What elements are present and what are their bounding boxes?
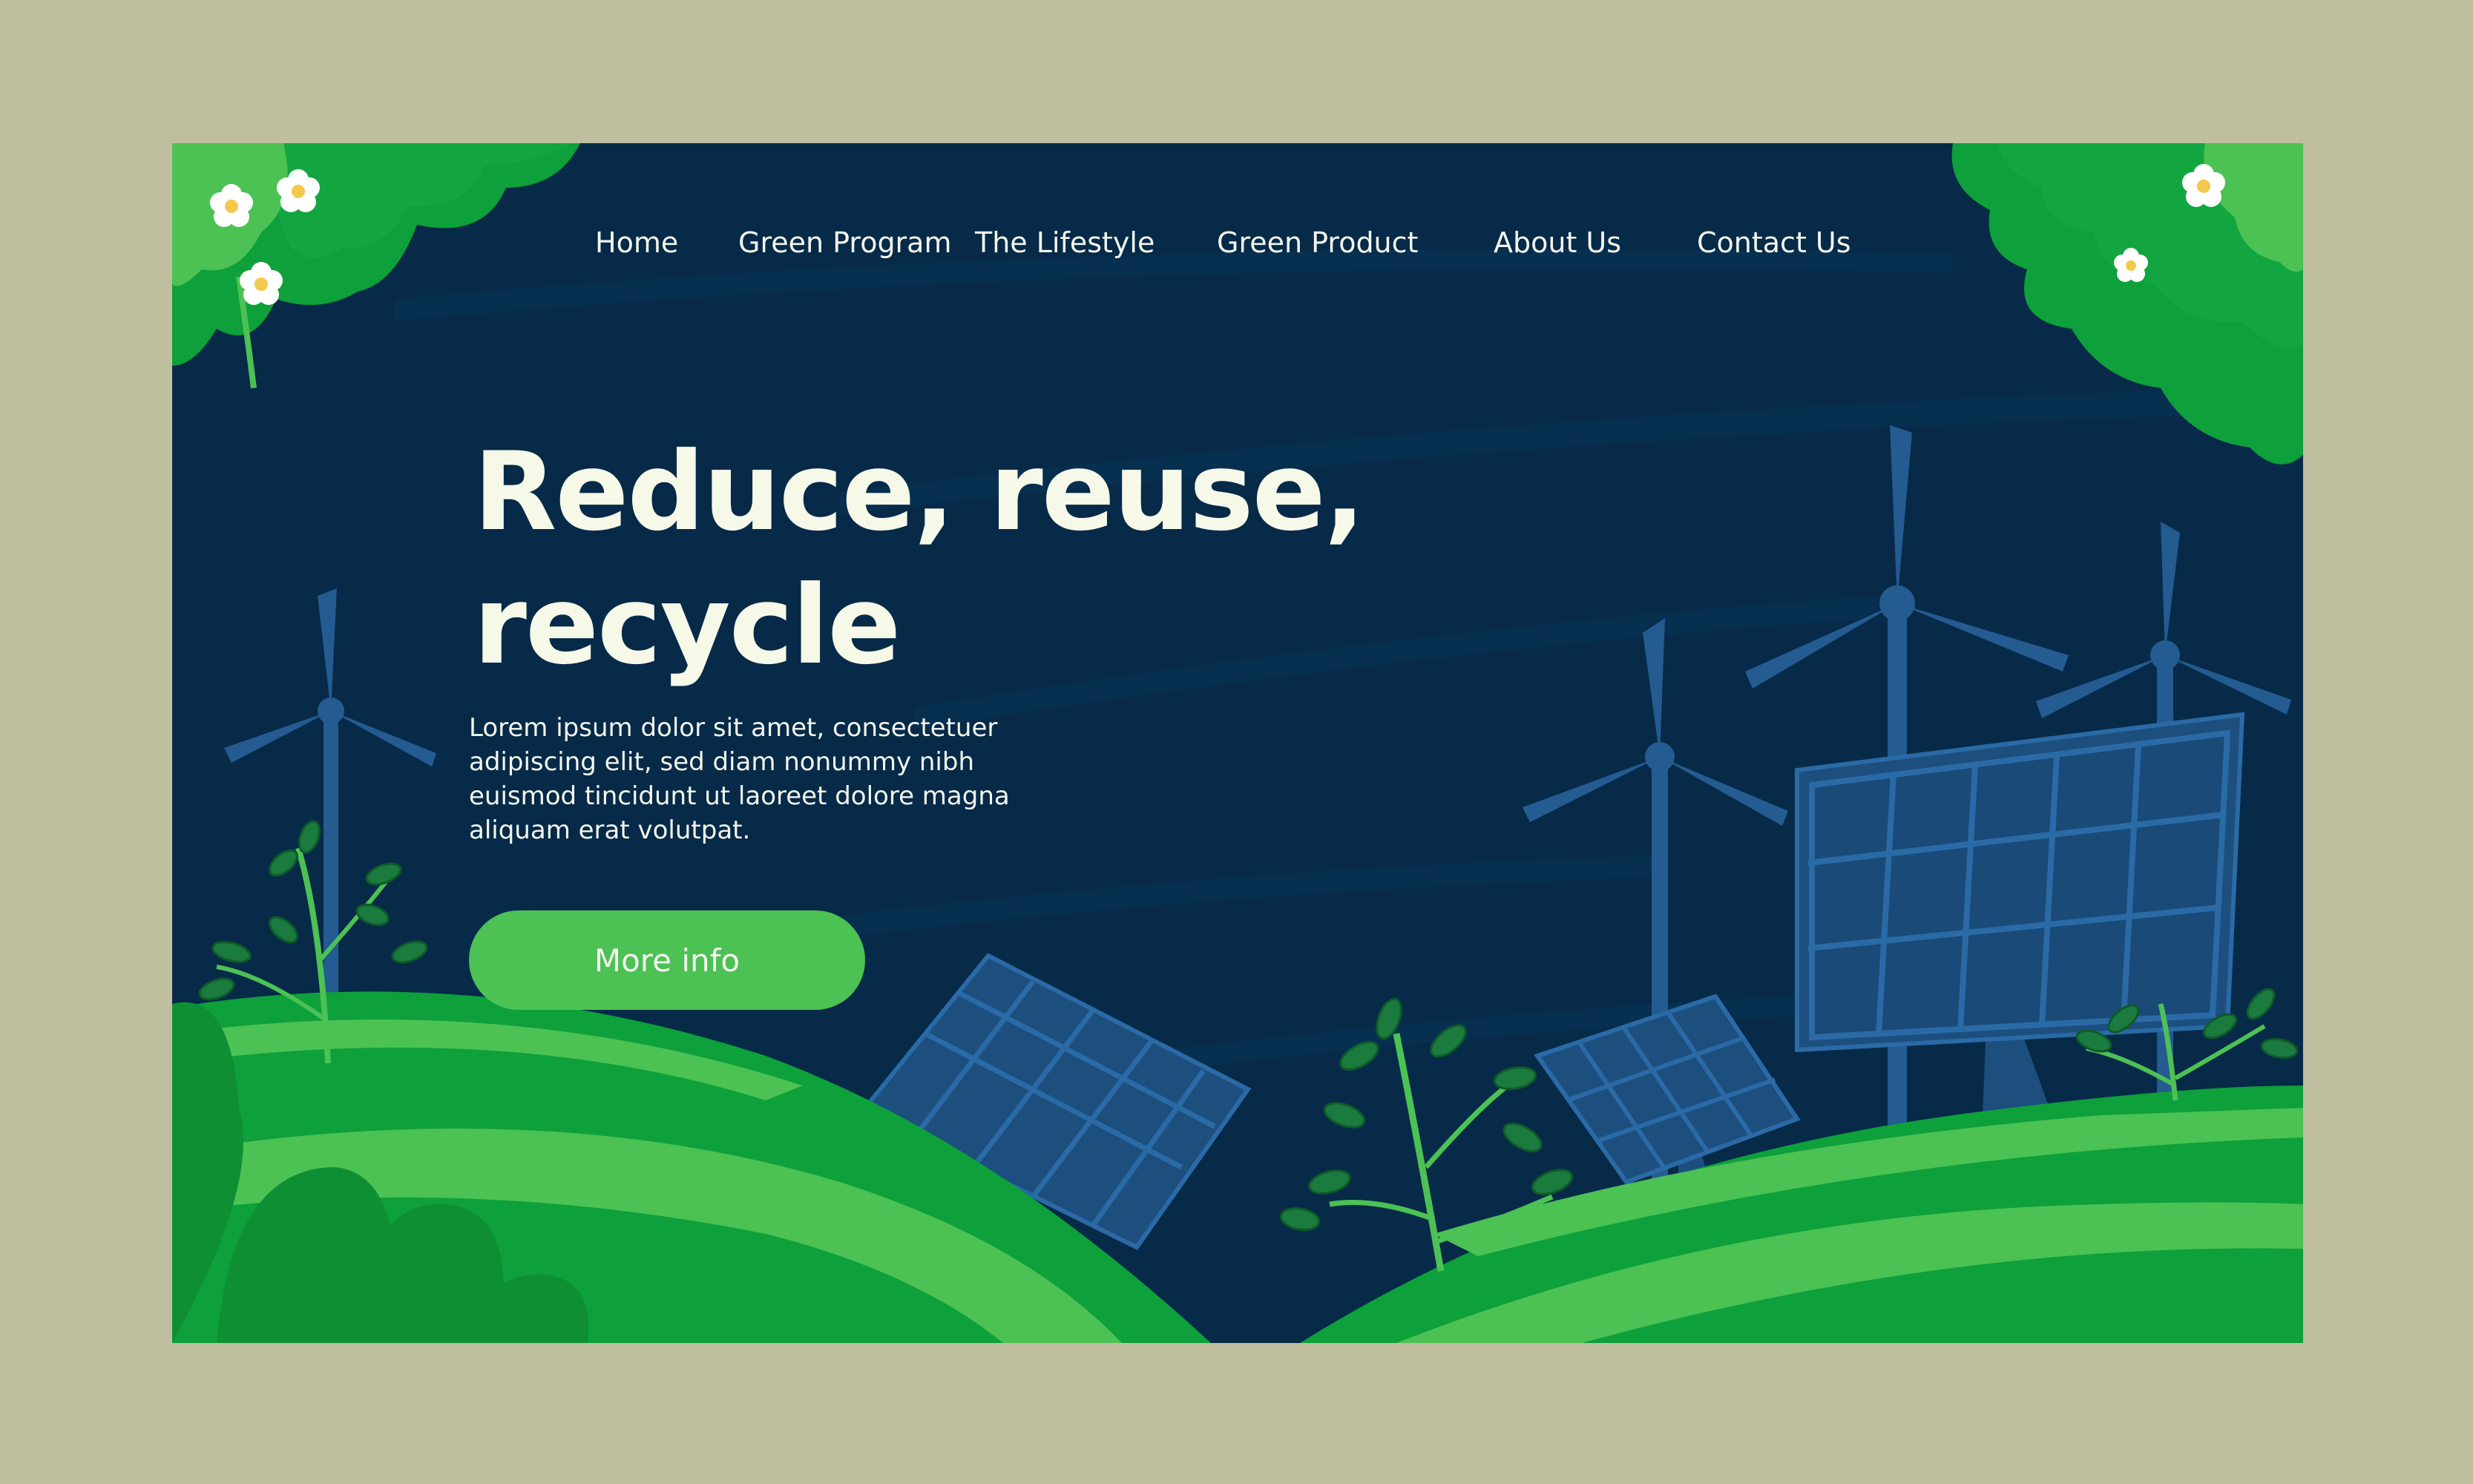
nav-contact-us[interactable]: Contact Us bbox=[1697, 226, 1851, 259]
nav-green-program[interactable]: Green Program bbox=[738, 226, 952, 259]
nav-the-lifestyle[interactable]: The Lifestyle bbox=[975, 226, 1155, 259]
nav-home[interactable]: Home bbox=[595, 226, 678, 259]
hero-description: Lorem ipsum dolor sit amet, consectetuer… bbox=[469, 713, 1010, 845]
foliage-top-left bbox=[172, 143, 580, 389]
nav-green-product[interactable]: Green Product bbox=[1217, 226, 1418, 259]
hero-headline-line1: Reduce, reuse, bbox=[473, 429, 1365, 555]
solar-panel-large bbox=[1795, 712, 2245, 1115]
more-info-button[interactable]: More info bbox=[469, 910, 865, 1010]
landing-page: Home Green Program The Lifestyle Green P… bbox=[172, 143, 2303, 1343]
nav-about-us[interactable]: About Us bbox=[1494, 226, 1621, 259]
hero-headline-line2: recycle bbox=[473, 562, 901, 689]
hero-headline: Reduce, reuse, recycle bbox=[473, 425, 1401, 692]
